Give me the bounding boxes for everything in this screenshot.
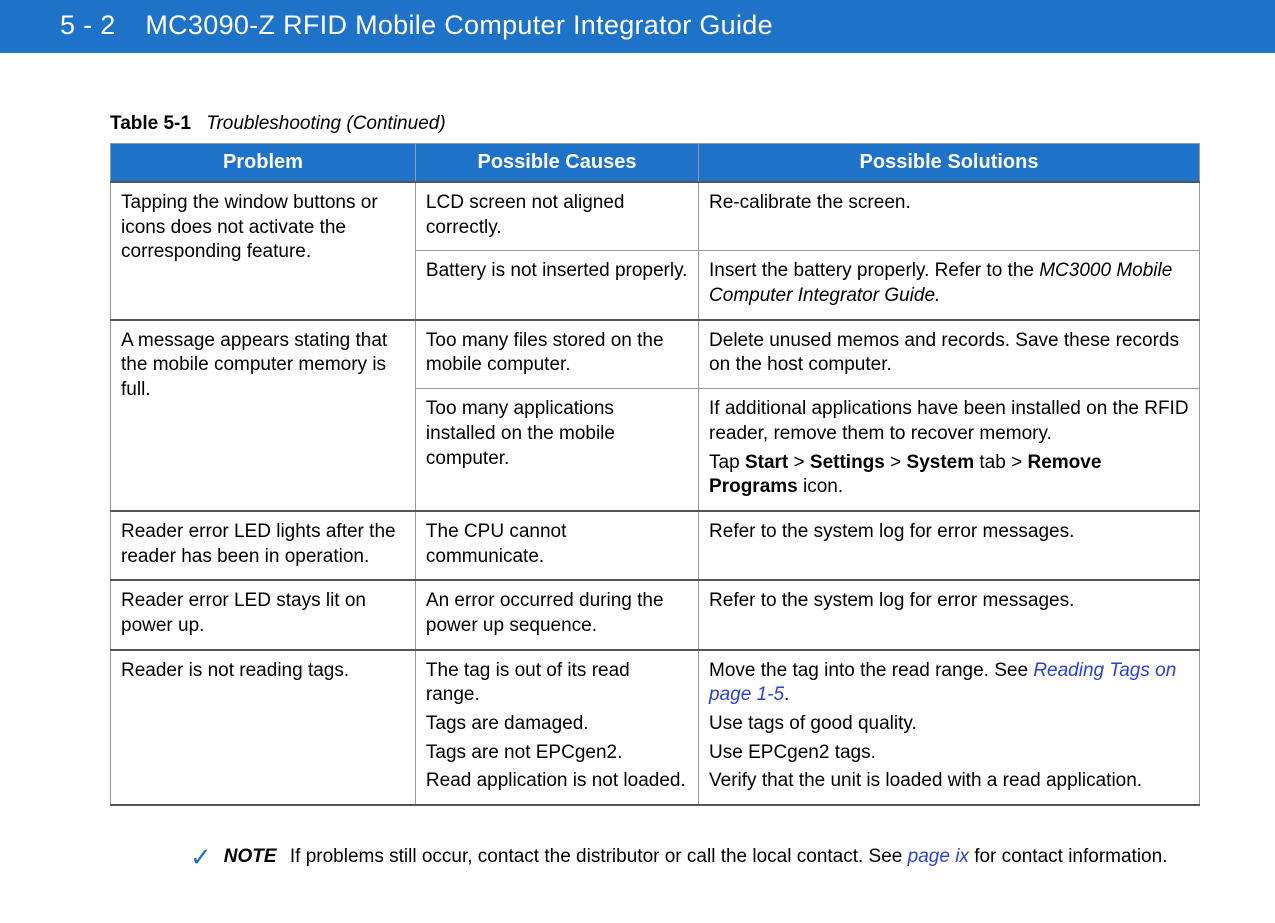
cause-item: The tag is out of its read range. bbox=[426, 659, 688, 708]
solution-item: Verify that the unit is loaded with a re… bbox=[709, 769, 1189, 794]
caption-title: Troubleshooting (Continued) bbox=[206, 113, 445, 134]
table-caption: Table 5-1 Troubleshooting (Continued) bbox=[110, 113, 1200, 135]
cell-solution: Refer to the system log for error messag… bbox=[699, 511, 1200, 580]
sep: > bbox=[788, 452, 810, 473]
cell-cause: The tag is out of its read range. Tags a… bbox=[415, 650, 698, 805]
text: If additional applications have been ins… bbox=[709, 397, 1189, 446]
note-text: NOTE If problems still occur, contact th… bbox=[224, 846, 1168, 868]
cause-item: Tags are damaged. bbox=[426, 712, 688, 737]
solution-item: Use EPCgen2 tags. bbox=[709, 741, 1189, 766]
solution-item: Move the tag into the read range. See Re… bbox=[709, 659, 1189, 708]
cell-problem: Reader error LED lights after the reader… bbox=[111, 511, 416, 580]
table-row: Tapping the window buttons or icons does… bbox=[111, 182, 1200, 251]
cell-solution: Re-calibrate the screen. bbox=[699, 182, 1200, 251]
cell-solution: Move the tag into the read range. See Re… bbox=[699, 650, 1200, 805]
cross-ref-link[interactable]: page ix bbox=[908, 846, 969, 867]
note-block: ✓ NOTE If problems still occur, contact … bbox=[190, 846, 1200, 870]
text: If problems still occur, contact the dis… bbox=[290, 846, 908, 867]
text: Insert the battery properly. Refer to th… bbox=[709, 260, 1039, 281]
cell-cause: The CPU cannot communicate. bbox=[415, 511, 698, 580]
cell-solution: Refer to the system log for error messag… bbox=[699, 580, 1200, 649]
table-header-row: Problem Possible Causes Possible Solutio… bbox=[111, 144, 1200, 183]
cell-problem: A message appears stating that the mobil… bbox=[111, 320, 416, 511]
cell-problem: Reader is not reading tags. bbox=[111, 650, 416, 805]
note-label: NOTE bbox=[224, 846, 277, 867]
text: icon. bbox=[798, 476, 843, 497]
cell-problem: Tapping the window buttons or icons does… bbox=[111, 182, 416, 320]
cell-cause: Battery is not inserted properly. bbox=[415, 251, 698, 320]
text: tab > bbox=[974, 452, 1027, 473]
table-row: Reader is not reading tags. The tag is o… bbox=[111, 650, 1200, 805]
cell-cause: LCD screen not aligned correctly. bbox=[415, 182, 698, 251]
menu-system: System bbox=[907, 452, 975, 473]
text: Move the tag into the read range. See bbox=[709, 660, 1033, 681]
text: Tap bbox=[709, 452, 745, 473]
menu-settings: Settings bbox=[810, 452, 885, 473]
page-header: 5 - 2 MC3090-Z RFID Mobile Computer Inte… bbox=[0, 0, 1275, 53]
cell-cause: Too many applications installed on the m… bbox=[415, 389, 698, 511]
col-header-solutions: Possible Solutions bbox=[699, 144, 1200, 183]
cause-item: Tags are not EPCgen2. bbox=[426, 741, 688, 766]
text: for contact information. bbox=[969, 846, 1168, 867]
nav-path: Tap Start > Settings > System tab > Remo… bbox=[709, 451, 1189, 500]
solution-item: Use tags of good quality. bbox=[709, 712, 1189, 737]
col-header-problem: Problem bbox=[111, 144, 416, 183]
checkmark-icon: ✓ bbox=[190, 844, 212, 870]
col-header-causes: Possible Causes bbox=[415, 144, 698, 183]
caption-label: Table 5-1 bbox=[110, 113, 191, 134]
cell-cause: Too many files stored on the mobile comp… bbox=[415, 320, 698, 389]
table-row: A message appears stating that the mobil… bbox=[111, 320, 1200, 389]
sep: > bbox=[885, 452, 907, 473]
doc-title: MC3090-Z RFID Mobile Computer Integrator… bbox=[145, 10, 773, 40]
cell-cause: An error occurred during the power up se… bbox=[415, 580, 698, 649]
table-row: Reader error LED lights after the reader… bbox=[111, 511, 1200, 580]
cell-solution: Delete unused memos and records. Save th… bbox=[699, 320, 1200, 389]
page-content: Table 5-1 Troubleshooting (Continued) Pr… bbox=[0, 53, 1275, 890]
table-row: Reader error LED stays lit on power up. … bbox=[111, 580, 1200, 649]
page-number: 5 - 2 bbox=[60, 10, 116, 40]
menu-start: Start bbox=[745, 452, 788, 473]
troubleshooting-table: Problem Possible Causes Possible Solutio… bbox=[110, 143, 1200, 806]
text: . bbox=[784, 684, 789, 705]
cell-problem: Reader error LED stays lit on power up. bbox=[111, 580, 416, 649]
cell-solution: If additional applications have been ins… bbox=[699, 389, 1200, 511]
cell-solution: Insert the battery properly. Refer to th… bbox=[699, 251, 1200, 320]
cause-item: Read application is not loaded. bbox=[426, 769, 688, 794]
